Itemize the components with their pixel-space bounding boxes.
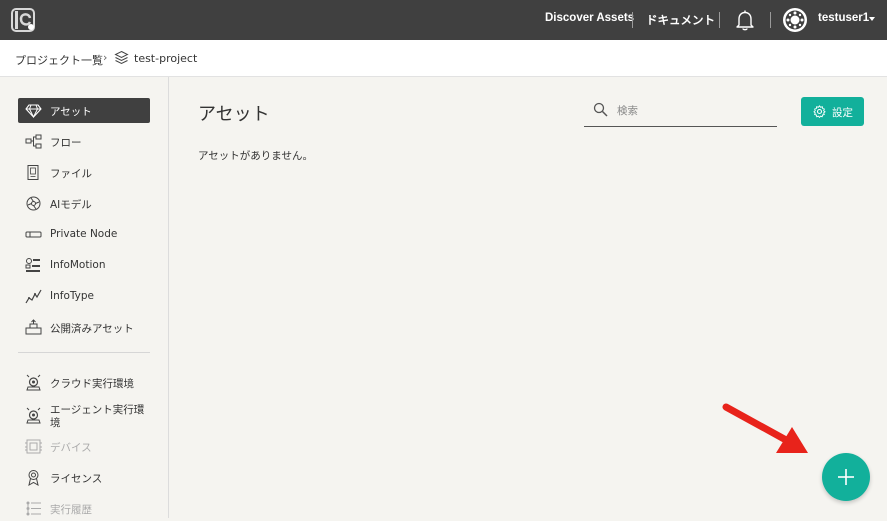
sidebar-item-cloud-runtime[interactable]: クラウド実行環境 (18, 370, 150, 395)
layers-icon (114, 50, 129, 65)
sidebar-item-history[interactable]: 実行履歴 (18, 496, 150, 521)
chevron-down-icon[interactable] (869, 17, 875, 21)
sidebar-item-flow[interactable]: フロー (18, 129, 150, 154)
sidebar-item-label: ライセンス (50, 473, 103, 485)
published-assets-icon (25, 319, 42, 335)
sidebar-item-label: InfoMotion (50, 259, 106, 271)
page-title: アセット (198, 104, 270, 125)
discover-assets-link[interactable]: Discover Assets (545, 12, 634, 24)
sidebar-item-label: ファイル (50, 168, 92, 180)
device-icon (25, 439, 42, 454)
breadcrumb-separator: › (103, 51, 108, 64)
search-input[interactable] (617, 102, 767, 120)
ai-model-icon (26, 196, 41, 211)
empty-state-message: アセットがありません。 (198, 150, 313, 162)
sidebar-item-assets[interactable]: アセット (18, 98, 150, 123)
license-icon (28, 470, 39, 486)
sidebar-item-label: 公開済みアセット (50, 323, 134, 335)
sidebar-divider (18, 352, 150, 353)
top-bar: Discover Assets ドキュメント testuser1 (0, 0, 887, 40)
sidebar-item-label: AIモデル (50, 199, 92, 211)
header-divider (719, 12, 720, 28)
sidebar-item-private-node[interactable]: Private Node (18, 222, 150, 247)
header-divider (632, 12, 633, 28)
sidebar-item-infotype[interactable]: InfoType (18, 284, 150, 309)
breadcrumb-current-project: test-project (134, 52, 198, 65)
sidebar-item-infomotion[interactable]: InfoMotion (18, 253, 150, 278)
gear-icon (813, 105, 826, 118)
agent-runtime-icon (26, 407, 41, 424)
search-icon (593, 102, 608, 117)
gem-icon (25, 104, 42, 119)
settings-button[interactable]: 設定 (801, 97, 864, 126)
history-icon (26, 501, 41, 516)
infotype-icon (25, 289, 42, 304)
breadcrumb-project-list[interactable]: プロジェクト一覧 (15, 52, 103, 68)
flow-icon (25, 134, 42, 149)
user-avatar[interactable] (782, 7, 808, 33)
red-arrow-annotation (722, 403, 808, 453)
sidebar-item-label: エージェント実行環境 (50, 404, 145, 429)
header-divider (770, 12, 771, 28)
sidebar-item-published-assets[interactable]: 公開済みアセット (18, 315, 150, 340)
file-icon (27, 165, 39, 180)
sidebar-item-ai-model[interactable]: AIモデル (18, 191, 150, 216)
sidebar-item-files[interactable]: ファイル (18, 160, 150, 185)
sidebar-item-label: Private Node (50, 228, 118, 240)
sidebar-item-label: InfoType (50, 290, 94, 302)
sidebar-item-label: クラウド実行環境 (50, 378, 134, 390)
sidebar-item-label: 実行履歴 (50, 504, 92, 516)
search-box[interactable] (584, 96, 777, 127)
cloud-runtime-icon (26, 374, 41, 391)
add-asset-button[interactable] (822, 453, 870, 501)
breadcrumb: プロジェクト一覧 › test-project (0, 40, 887, 77)
documents-link[interactable]: ドキュメント (646, 12, 715, 28)
private-node-icon (25, 231, 42, 238)
plus-icon (838, 469, 854, 485)
sidebar-item-license[interactable]: ライセンス (18, 465, 150, 490)
sidebar-item-label: デバイス (50, 442, 92, 454)
sidebar-item-label: アセット (50, 106, 92, 118)
settings-label: 設定 (832, 107, 853, 119)
sidebar-item-label: フロー (50, 137, 82, 149)
sidebar: アセット フロー ファイル AIモデル Private Node InfoMot… (0, 77, 169, 518)
username-menu[interactable]: testuser1 (818, 12, 869, 24)
app-logo[interactable] (11, 8, 37, 32)
infomotion-icon (25, 258, 40, 272)
sidebar-item-devices[interactable]: デバイス (18, 434, 150, 459)
bell-icon[interactable] (735, 9, 755, 31)
sidebar-item-agent-runtime[interactable]: エージェント実行環境 (18, 401, 150, 429)
